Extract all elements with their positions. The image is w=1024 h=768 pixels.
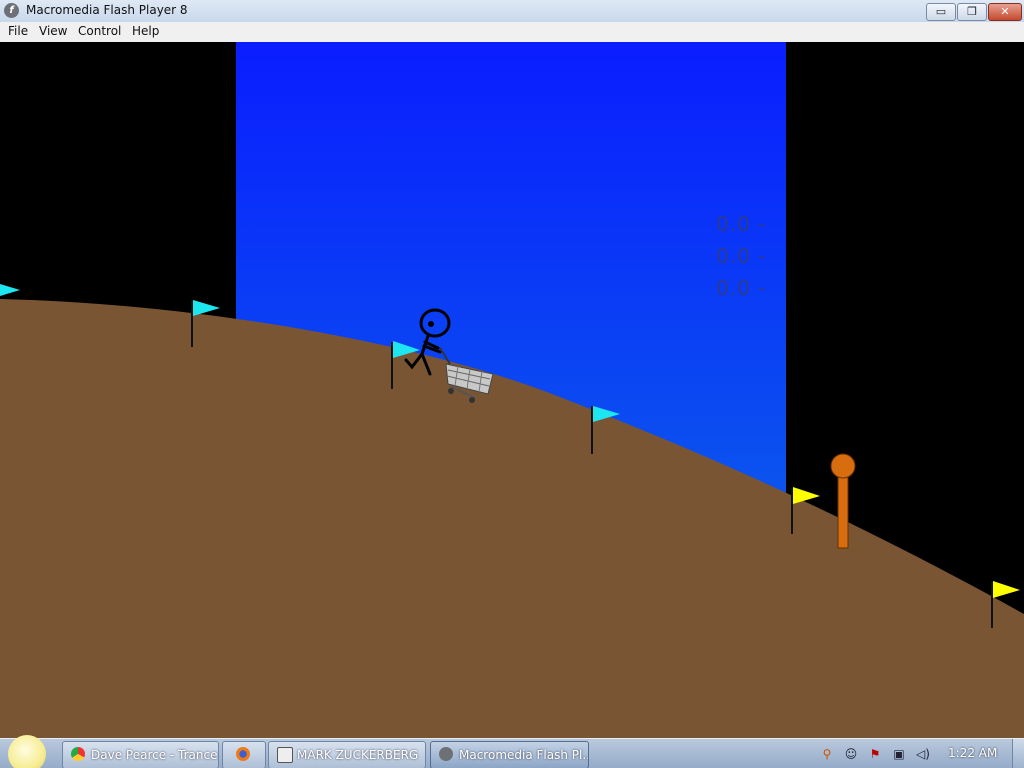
taskbar-item-chrome[interactable]: Dave Pearce - Trance... [62, 741, 219, 768]
taskbar-item-document[interactable]: MARK ZUCKERBERG [268, 741, 426, 768]
game-canvas [0, 42, 1024, 738]
firefox-icon [236, 747, 250, 761]
menu-view[interactable]: View [39, 24, 67, 38]
hud-readout-3: 0.0 - [716, 276, 767, 300]
menu-bar: File View Control Help [0, 22, 1024, 43]
menu-help[interactable]: Help [132, 24, 159, 38]
start-button[interactable] [8, 735, 46, 768]
messenger-icon[interactable]: ☺ [844, 747, 858, 761]
close-button[interactable]: ✕ [988, 3, 1022, 21]
minimize-button[interactable]: ▭ [926, 3, 956, 21]
hud-readout-1: 0.0 - [716, 212, 767, 236]
flag-alert-icon[interactable]: ⚑ [868, 747, 882, 761]
search-icon[interactable]: ⚲ [820, 747, 834, 761]
chrome-icon [71, 747, 85, 761]
menu-control[interactable]: Control [78, 24, 121, 38]
menu-file[interactable]: File [8, 24, 28, 38]
volume-icon[interactable]: ◁) [916, 747, 930, 761]
restore-button[interactable]: ❐ [957, 3, 987, 21]
system-clock[interactable]: 1:22 AM [948, 746, 997, 760]
window-title: Macromedia Flash Player 8 [26, 3, 188, 17]
taskbar-item-firefox[interactable] [222, 741, 266, 768]
flash-player-icon: f [4, 3, 19, 18]
flag-cyan-1 [0, 284, 20, 296]
hud-readout-2: 0.0 - [716, 244, 767, 268]
taskbar-item-flash-player[interactable]: Macromedia Flash Pl... [430, 741, 589, 768]
taskbar: Dave Pearce - Trance... MARK ZUCKERBERG … [0, 735, 1024, 768]
flash-stage[interactable]: 0.0 - 0.0 - 0.0 - [0, 42, 1024, 738]
show-desktop-button[interactable] [1012, 739, 1024, 768]
window-titlebar[interactable]: f Macromedia Flash Player 8 ▭ ❐ ✕ [0, 0, 1024, 23]
network-icon[interactable]: ▣ [892, 747, 906, 761]
document-icon [277, 747, 293, 763]
flash-player-icon [439, 747, 453, 761]
